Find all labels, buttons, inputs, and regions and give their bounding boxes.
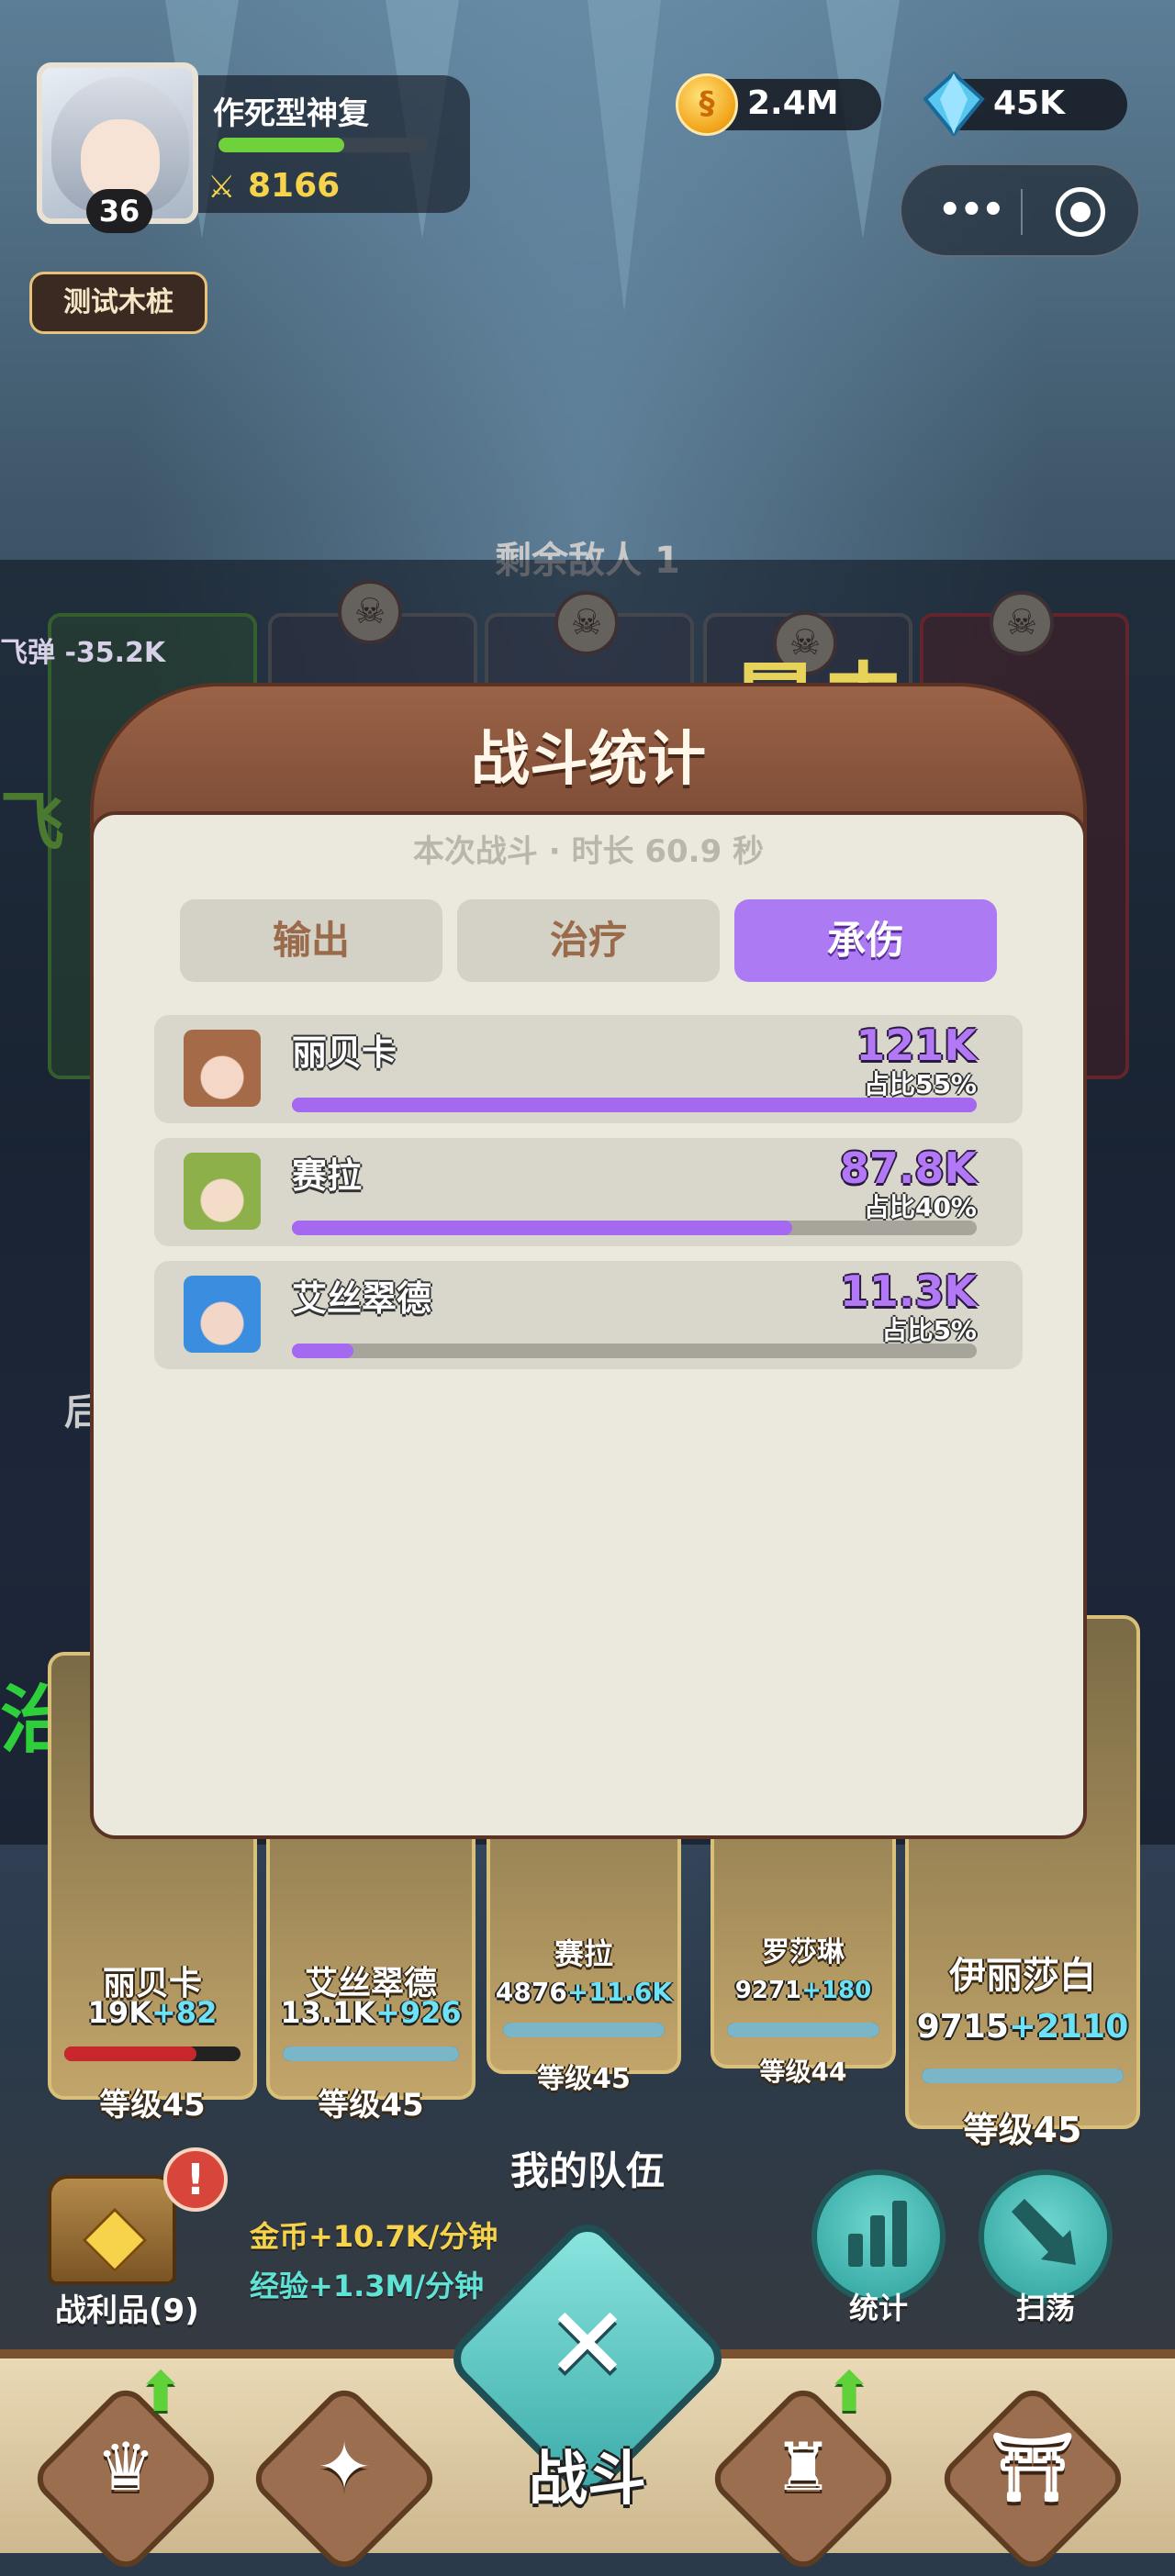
share-percent: 占比55%: [863, 1069, 977, 1099]
sword-sweep-icon: [1012, 2199, 1076, 2265]
tab-healing[interactable]: 治疗: [457, 899, 720, 982]
more-menu-button[interactable]: •••: [938, 189, 1005, 231]
stats-button[interactable]: [811, 2169, 946, 2303]
hp-bar: [922, 2069, 1124, 2083]
hp-regen: +11.6K: [566, 1977, 673, 2007]
modal-title: 战斗统计: [471, 726, 706, 794]
hp-regen: +926: [375, 1995, 462, 2030]
hp-bar-fill: [64, 2046, 196, 2061]
stats-row: 艾丝翠德 11.3K 占比5%: [154, 1261, 1023, 1369]
share-bar-fill: [292, 1221, 792, 1235]
share-bar: [292, 1098, 977, 1112]
alert-badge: !: [163, 2147, 228, 2212]
exp-bar: [218, 138, 428, 152]
bar-chart-icon: [848, 2201, 907, 2267]
share-percent: 占比40%: [863, 1192, 977, 1222]
member-hp: 13.1K+926: [270, 1995, 472, 2030]
hero-name: 赛拉: [292, 1155, 363, 1196]
hp-bar-fill: [283, 2046, 459, 2061]
sweep-button[interactable]: [979, 2169, 1113, 2303]
member-level: 等级45: [99, 2087, 206, 2124]
hero-portrait: [184, 1153, 261, 1230]
hero-portrait: [184, 1030, 261, 1107]
battle-stats-modal: 战斗统计 本次战斗 · 时长 60.9 秒 输出 治疗 承伤 丽贝卡 121K 占比…: [90, 683, 1087, 1839]
upgrade-arrow-icon: ⬆: [138, 2360, 185, 2425]
hp-value: 4876: [495, 1977, 567, 2007]
member-hp: 9271+180: [714, 1977, 892, 2004]
share-bar: [292, 1221, 977, 1235]
gem-amount: 45K: [993, 84, 1065, 122]
member-level: 等级44: [759, 2057, 847, 2087]
member-hp: 19K+82: [51, 1995, 253, 2030]
player-level-badge: 36: [86, 189, 152, 233]
exp-bar-fill: [218, 138, 344, 152]
hp-value: 19K: [87, 1995, 151, 2030]
hp-bar: [64, 2046, 241, 2061]
hp-bar-fill: [503, 2023, 665, 2037]
exp-rate: 经验+1.3M/分钟: [250, 2269, 485, 2303]
battle-duration: 本次战斗 · 时长 60.9 秒: [412, 833, 765, 870]
hero-name: 丽贝卡: [292, 1032, 397, 1073]
member-name: 伊丽莎白: [949, 1955, 1096, 1997]
hero-name: 艾丝翠德: [292, 1278, 432, 1319]
hp-bar-fill: [922, 2069, 1124, 2083]
damage-taken-value: 121K: [856, 1020, 977, 1070]
tab-damage-taken[interactable]: 承伤: [734, 899, 997, 982]
hp-regen: +2110: [1008, 2008, 1129, 2046]
diamond-icon: [923, 72, 985, 136]
hp-value: 9271: [734, 1977, 802, 2004]
capsule-divider: [1021, 189, 1023, 235]
share-bar: [292, 1344, 977, 1358]
sweep-label: 扫荡: [1015, 2291, 1075, 2325]
hp-bar: [727, 2023, 879, 2037]
member-hp: 9715+2110: [909, 2008, 1136, 2046]
close-target-icon[interactable]: [1056, 187, 1105, 237]
gold-rate: 金币+10.7K/分钟: [250, 2219, 498, 2254]
hp-bar: [283, 2046, 459, 2061]
damage-taken-value: 11.3K: [839, 1266, 977, 1316]
damage-text: 飞弹 -35.2K: [0, 637, 166, 669]
share-percent: 占比5%: [881, 1315, 977, 1345]
gold-amount: 2.4M: [747, 84, 839, 122]
treasure-chest-icon[interactable]: [48, 2175, 176, 2285]
share-bar-fill: [292, 1344, 354, 1358]
loot-label[interactable]: 战利品(9): [55, 2285, 199, 2330]
gold-coin-icon: §: [676, 73, 738, 136]
member-name: 罗莎琳: [762, 1936, 845, 1968]
hp-bar: [503, 2023, 665, 2037]
tab-damage[interactable]: 输出: [180, 899, 442, 982]
chest-lock-icon: [82, 2207, 148, 2273]
crossed-swords-icon: ✕: [544, 2285, 631, 2403]
hp-regen: +180: [801, 1977, 872, 2004]
hp-regen: +82: [151, 1995, 218, 2030]
member-hp: 4876+11.6K: [490, 1977, 677, 2007]
damage-taken-value: 87.8K: [839, 1143, 977, 1193]
stats-row: 丽贝卡 121K 占比55%: [154, 1015, 1023, 1123]
test-dummy-button[interactable]: 测试木桩: [29, 272, 207, 334]
hp-value: 13.1K: [280, 1995, 376, 2030]
miniprogram-capsule: •••: [900, 163, 1140, 257]
damage-text: 飞: [0, 785, 64, 860]
stats-row: 赛拉 87.8K 占比40%: [154, 1138, 1023, 1246]
hp-value: 9715: [916, 2008, 1009, 2046]
stats-label: 统计: [848, 2291, 908, 2325]
player-name: 作死型神复: [213, 95, 369, 132]
stalactite-decoration: [588, 0, 661, 312]
upgrade-arrow-icon: ⬆: [826, 2360, 873, 2425]
hero-portrait: [184, 1276, 261, 1353]
shrine-icon: ⛩: [990, 2428, 1075, 2505]
member-level: 等级45: [318, 2087, 424, 2124]
share-bar-fill: [292, 1098, 977, 1112]
member-level: 等级45: [537, 2063, 631, 2095]
member-name: 赛拉: [554, 1936, 613, 1971]
hp-bar-fill: [727, 2023, 879, 2037]
castle-icon: ♜: [773, 2428, 834, 2505]
sword-icon: ⚔: [207, 169, 236, 206]
combat-power: 8166: [248, 167, 341, 205]
